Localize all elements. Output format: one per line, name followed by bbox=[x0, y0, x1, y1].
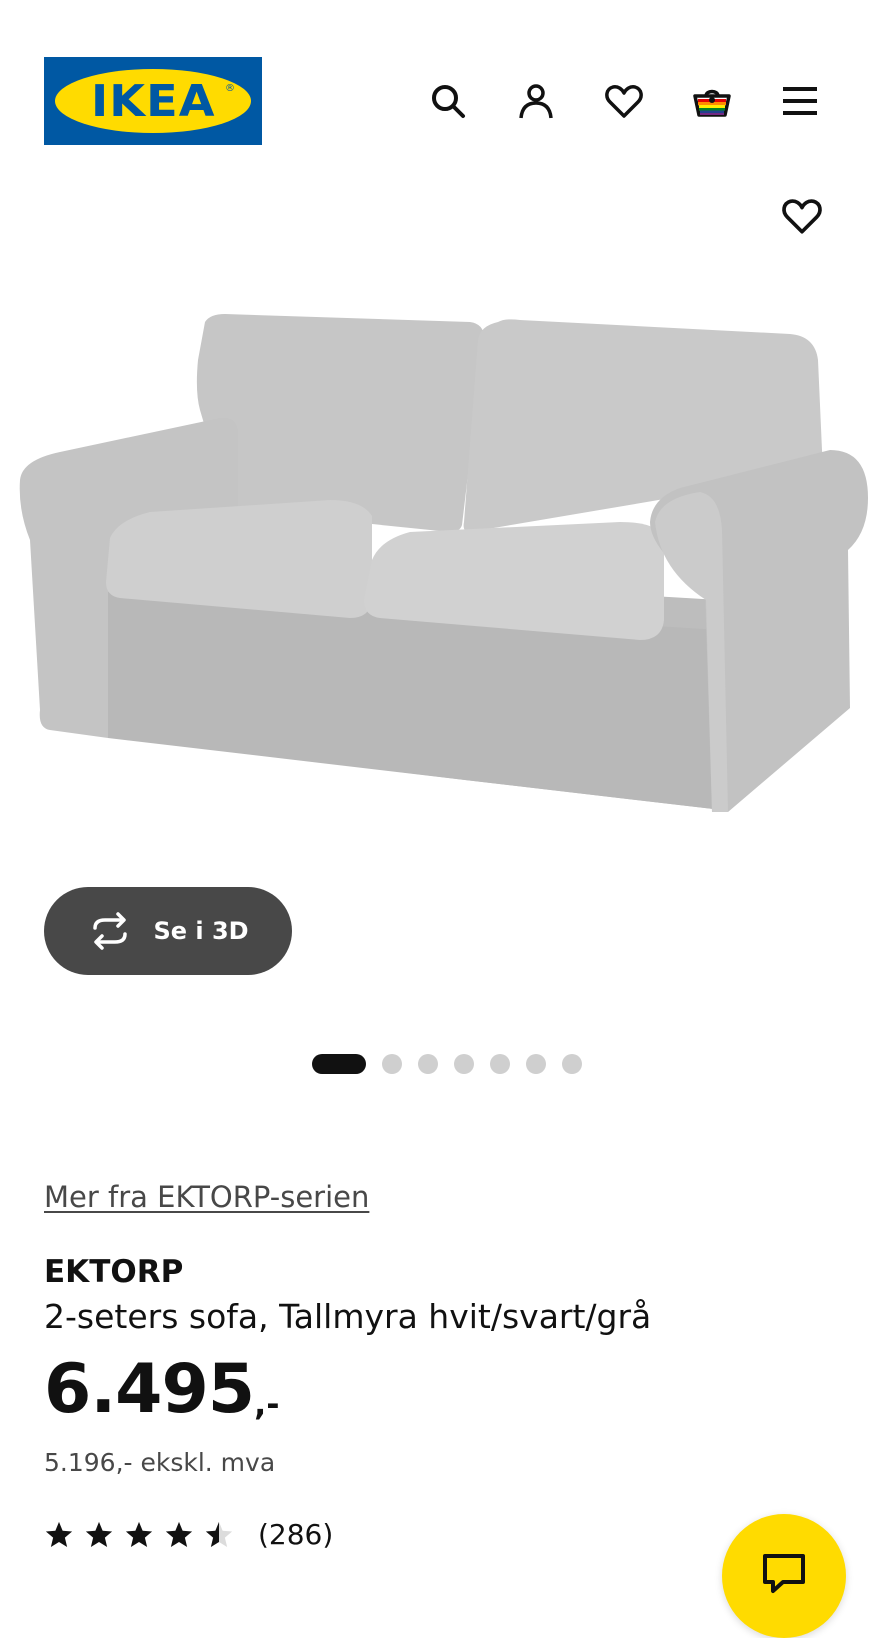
add-to-favourites-icon[interactable] bbox=[778, 192, 826, 240]
gallery-dot-1[interactable] bbox=[312, 1054, 366, 1074]
gallery-dot-5[interactable] bbox=[490, 1054, 510, 1074]
price-suffix: ,- bbox=[254, 1385, 280, 1423]
product-rating[interactable]: (286) bbox=[44, 1518, 333, 1551]
view-in-3d-label: Se i 3D bbox=[153, 917, 249, 945]
ikea-logo[interactable]: IKEA ® bbox=[44, 57, 262, 145]
chat-icon bbox=[763, 1554, 805, 1593]
product-description: 2-seters sofa, Tallmyra hvit/svart/grå bbox=[44, 1297, 652, 1336]
gallery-dot-3[interactable] bbox=[418, 1054, 438, 1074]
gallery-dot-2[interactable] bbox=[382, 1054, 402, 1074]
gallery-dot-4[interactable] bbox=[454, 1054, 474, 1074]
rating-stars bbox=[44, 1520, 234, 1550]
price-excl-vat: 5.196,- ekskl. mva bbox=[44, 1448, 276, 1477]
star-icon bbox=[124, 1520, 154, 1550]
rotate-3d-icon bbox=[93, 912, 128, 950]
product-image[interactable] bbox=[0, 300, 890, 860]
chat-button[interactable] bbox=[722, 1514, 846, 1638]
basket-icon[interactable] bbox=[688, 77, 736, 125]
half-star-icon bbox=[204, 1520, 234, 1550]
account-icon[interactable] bbox=[512, 77, 560, 125]
site-header: IKEA ® bbox=[0, 0, 890, 200]
star-icon bbox=[164, 1520, 194, 1550]
view-in-3d-button[interactable]: Se i 3D bbox=[44, 887, 292, 975]
series-link[interactable]: Mer fra EKTORP-serien bbox=[44, 1180, 369, 1214]
heart-icon[interactable] bbox=[600, 77, 648, 125]
star-icon bbox=[44, 1520, 74, 1550]
product-price: 6.495 ,- bbox=[44, 1356, 280, 1424]
review-count: (286) bbox=[258, 1518, 334, 1551]
price-main: 6.495 bbox=[44, 1350, 255, 1429]
logo-oval: IKEA ® bbox=[55, 69, 251, 133]
logo-registered-mark: ® bbox=[225, 83, 235, 94]
gallery-dot-6[interactable] bbox=[526, 1054, 546, 1074]
gallery-pagination bbox=[312, 1054, 582, 1074]
gallery-dot-7[interactable] bbox=[562, 1054, 582, 1074]
search-icon[interactable] bbox=[424, 77, 472, 125]
star-icon bbox=[84, 1520, 114, 1550]
menu-icon[interactable] bbox=[776, 77, 824, 125]
product-name: EKTORP bbox=[44, 1254, 184, 1290]
logo-text: IKEA bbox=[90, 75, 216, 127]
